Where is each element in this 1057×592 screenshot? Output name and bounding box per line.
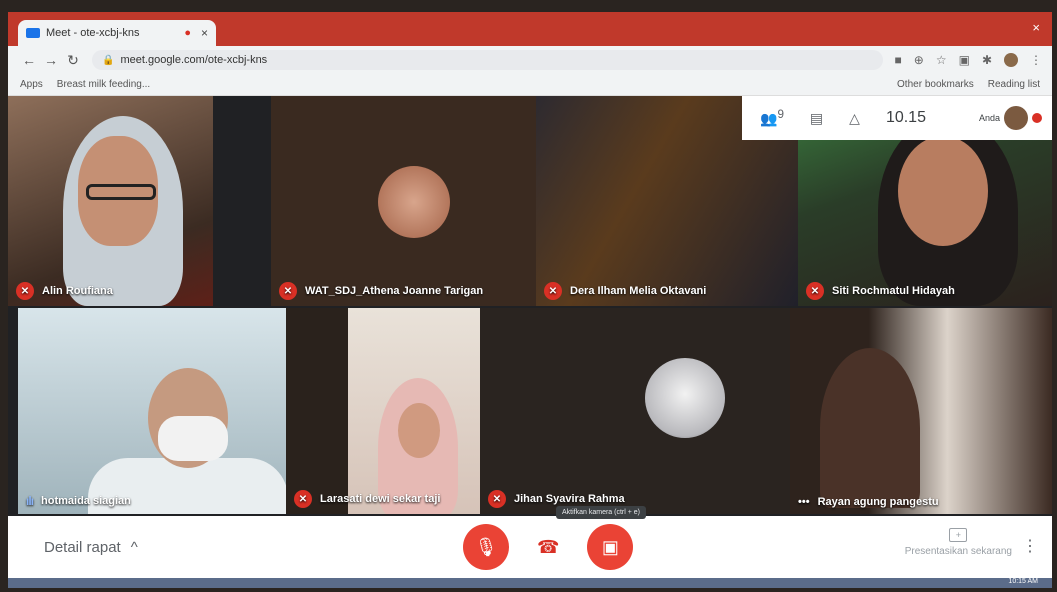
bookmark-apps[interactable]: Apps bbox=[20, 79, 43, 90]
meet-video-grid: ✕ Alin Roufiana ✕ WAT_SDJ_Athena Joanne Ta… bbox=[8, 96, 1052, 516]
meeting-details-label: Detail rapat bbox=[44, 538, 121, 556]
glasses bbox=[86, 184, 156, 200]
self-mic-off-icon bbox=[1032, 113, 1042, 123]
mic-off-icon: ✕ bbox=[294, 490, 312, 508]
self-avatar bbox=[1004, 106, 1028, 130]
present-icon: + bbox=[949, 528, 968, 542]
puzzle-icon[interactable]: ✱ bbox=[982, 53, 992, 67]
window-close-icon[interactable]: × bbox=[1032, 20, 1040, 35]
camera-off-icon: ▣ bbox=[601, 536, 619, 557]
hangup-button[interactable]: ☎ bbox=[537, 537, 559, 558]
lock-icon: 🔒 bbox=[102, 54, 115, 66]
other-bookmarks[interactable]: Other bookmarks bbox=[897, 79, 974, 90]
profile-avatar[interactable] bbox=[1004, 53, 1018, 67]
bookmark-breast-milk[interactable]: Breast milk feeding... bbox=[57, 79, 150, 90]
mic-off-icon: ✕ bbox=[279, 282, 297, 300]
extension-icon[interactable]: ▣ bbox=[959, 53, 970, 67]
participant-name: Alin Roufiana bbox=[42, 285, 113, 297]
camera-toggle-button[interactable]: ▣ bbox=[587, 524, 634, 570]
face-mask bbox=[158, 416, 228, 461]
bookmark-star-icon[interactable]: ☆ bbox=[936, 53, 947, 67]
self-preview[interactable]: Anda bbox=[979, 106, 1042, 130]
meet-bottom-bar: Detail rapat ^ 🎙 ☎ ▣ + Presentasikan sek… bbox=[8, 516, 1052, 578]
cat-avatar bbox=[645, 358, 725, 438]
participant-name: Dera Ilham Melia Oktavani bbox=[570, 285, 707, 297]
mic-off-icon: ✕ bbox=[806, 282, 824, 300]
recording-dot-icon: ● bbox=[184, 27, 191, 39]
people-icon[interactable]: 👥9 bbox=[760, 108, 784, 128]
mic-off-icon: ✕ bbox=[488, 490, 506, 508]
more-dots-icon: ••• bbox=[798, 496, 810, 508]
participant-name: hotmaida siagian bbox=[41, 495, 131, 507]
extension-icons: ■ ⊕ ☆ ▣ ✱ ⋮ bbox=[895, 53, 1042, 67]
forward-icon[interactable]: → bbox=[40, 52, 62, 68]
participant-name: Jihan Syavira Rahma bbox=[514, 493, 625, 505]
chevron-up-icon: ^ bbox=[130, 538, 138, 556]
participant-tile[interactable]: ✕ Jihan Syavira Rahma bbox=[480, 308, 790, 514]
bookmarks-bar: Apps Breast milk feeding... Other bookma… bbox=[8, 74, 1052, 96]
browser-tab-bar: Meet - ote-xcbj-kns ● × × bbox=[8, 12, 1052, 46]
present-label: Presentasikan sekarang bbox=[904, 546, 1012, 557]
mic-off-icon: ✕ bbox=[16, 282, 34, 300]
call-controls: 🎙 ☎ ▣ bbox=[463, 524, 634, 570]
participant-tile[interactable]: ılı hotmaida siagian bbox=[18, 308, 286, 514]
address-bar[interactable]: 🔒 meet.google.com/ote-xcbj-kns bbox=[92, 50, 883, 70]
participant-name: Siti Rochmatul Hidayah bbox=[832, 285, 955, 297]
mic-toggle-button[interactable]: 🎙 bbox=[463, 524, 509, 570]
url-text: meet.google.com/ote-xcbj-kns bbox=[120, 54, 268, 66]
participant-tile[interactable]: ✕ Larasati dewi sekar taji bbox=[286, 308, 480, 514]
taskbar-clock: 10:15 AM bbox=[1008, 578, 1038, 585]
screen: Meet - ote-xcbj-kns ● × × ← → ↻ 🔒 meet.g… bbox=[8, 12, 1052, 588]
participant-tile[interactable]: ••• Rayan agung pangestu bbox=[790, 308, 1052, 514]
camera-blocked-icon[interactable]: ■ bbox=[895, 53, 902, 67]
participant-name: WAT_SDJ_Athena Joanne Tarigan bbox=[305, 285, 484, 297]
camera-tooltip: Aktifkan kamera (ctrl + e) bbox=[556, 506, 646, 519]
mic-off-icon: ✕ bbox=[544, 282, 562, 300]
participant-face bbox=[898, 136, 988, 246]
participant-avatar bbox=[378, 166, 450, 238]
meet-top-controls: 👥9 ▤ △ 10.15 Anda bbox=[742, 96, 1052, 140]
meeting-time: 10.15 bbox=[885, 109, 926, 126]
meet-tab[interactable]: Meet - ote-xcbj-kns ● × bbox=[18, 20, 216, 46]
speaking-indicator-icon: ılı bbox=[26, 494, 34, 508]
tab-title: Meet - ote-xcbj-kns bbox=[46, 27, 140, 39]
more-options-icon[interactable]: ⋮ bbox=[1022, 536, 1038, 556]
activities-icon[interactable]: △ bbox=[849, 110, 860, 127]
zoom-icon[interactable]: ⊕ bbox=[914, 53, 924, 67]
meeting-details-button[interactable]: Detail rapat ^ bbox=[44, 539, 138, 556]
menu-kebab-icon[interactable]: ⋮ bbox=[1030, 53, 1042, 67]
os-taskbar: 10:15 AM bbox=[8, 578, 1052, 588]
participant-tile[interactable]: ✕ WAT_SDJ_Athena Joanne Tarigan bbox=[271, 96, 536, 306]
back-icon[interactable]: ← bbox=[18, 52, 40, 68]
reading-list[interactable]: Reading list bbox=[988, 79, 1040, 90]
tab-close-icon[interactable]: × bbox=[201, 26, 208, 40]
mic-off-icon: 🎙 bbox=[474, 536, 498, 557]
browser-toolbar: ← → ↻ 🔒 meet.google.com/ote-xcbj-kns ■ ⊕… bbox=[8, 46, 1052, 74]
participant-video bbox=[820, 348, 920, 508]
participant-face bbox=[398, 403, 440, 458]
participant-name: Rayan agung pangestu bbox=[817, 496, 939, 508]
participant-name: Larasati dewi sekar taji bbox=[320, 493, 441, 505]
self-label: Anda bbox=[978, 113, 1000, 123]
participant-tile[interactable]: ✕ Alin Roufiana bbox=[8, 96, 213, 306]
participants-count: 9 bbox=[777, 108, 784, 122]
meet-favicon-icon bbox=[26, 28, 40, 38]
present-now-button[interactable]: + Presentasikan sekarang bbox=[905, 528, 1012, 557]
chat-icon[interactable]: ▤ bbox=[810, 110, 823, 127]
reload-icon[interactable]: ↻ bbox=[62, 52, 84, 69]
